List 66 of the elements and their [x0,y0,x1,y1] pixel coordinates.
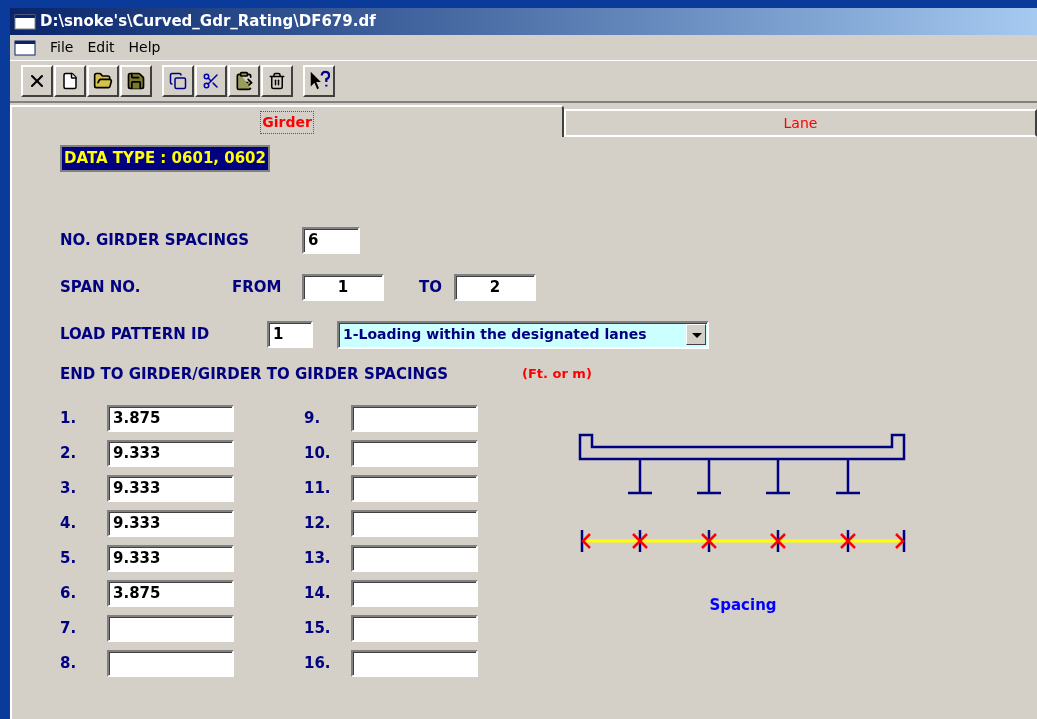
data-type-label: DATA TYPE : 0601, 0602 [60,145,270,172]
toolbar-button[interactable] [21,65,53,97]
field-label: FROM [232,276,283,298]
spacing-input[interactable] [351,440,478,467]
spacing-input[interactable]: 3.875 [107,580,234,607]
spacing-number: 16. [304,653,332,675]
toolbar-button[interactable] [162,65,194,97]
field-label: NO. GIRDER SPACINGS [60,229,251,251]
toolbar-button[interactable] [228,65,260,97]
toolbar-button[interactable] [303,65,335,97]
units-note: (Ft. or m) [522,365,592,383]
menu-item[interactable]: Help [128,37,161,58]
spacing-input[interactable] [351,510,478,537]
field-label: LOAD PATTERN ID [60,324,211,346]
input-field[interactable]: 6 [302,226,360,254]
clipboard-icon [234,71,254,91]
spacing-input[interactable] [351,405,478,432]
spacing-number: 14. [304,583,332,605]
spacing-number: 1. [60,408,78,430]
spacing-number: 2. [60,443,78,465]
menu-item[interactable]: File [50,37,74,58]
spacing-input[interactable]: 9.333 [107,440,234,467]
input-field[interactable]: 1 [302,273,384,301]
scissors-icon [202,72,220,90]
toolbar-button[interactable] [87,65,119,97]
folder-icon [93,71,113,91]
spacing-input[interactable] [351,545,478,572]
input-field[interactable]: 2 [454,273,536,301]
spacing-input[interactable] [351,580,478,607]
spacing-input[interactable]: 9.333 [107,510,234,537]
copy-icon [169,72,187,90]
field-label: TO [419,276,443,298]
pointer-question-icon [308,70,330,92]
trash-icon [268,72,286,90]
spacing-input[interactable] [351,615,478,642]
spacing-number: 13. [304,548,332,570]
spacing-input[interactable]: 9.333 [107,545,234,572]
spacing-number: 6. [60,583,78,605]
spacing-number: 7. [60,618,78,640]
spacing-number: 11. [304,478,332,500]
window-title: D:\snoke's\Curved_Gdr_Rating\DF679.df [40,11,376,33]
spacing-number: 4. [60,513,78,535]
spacing-number: 8. [60,653,78,675]
section-heading: END TO GIRDER/GIRDER TO GIRDER SPACINGS [60,363,450,385]
spacing-number: 5. [60,548,78,570]
spacing-input[interactable] [107,650,234,677]
spacing-number: 15. [304,618,332,640]
spacing-number: 3. [60,478,78,500]
spacing-input[interactable]: 9.333 [107,475,234,502]
spacing-input[interactable] [351,650,478,677]
input-field[interactable]: 1 [267,321,313,348]
diagram-caption: Spacing [709,595,777,616]
field-label: SPAN NO. [60,276,142,298]
toolbar-button[interactable] [195,65,227,97]
spacing-number: 9. [304,408,322,430]
toolbar-button[interactable] [261,65,293,97]
menu-item[interactable]: Edit [87,37,115,58]
page-icon [61,72,79,90]
spacing-input[interactable] [351,475,478,502]
load-pattern-dropdown[interactable]: 1-Loading within the designated lanes [337,320,709,349]
toolbar-button[interactable] [120,65,152,97]
spacing-number: 10. [304,443,332,465]
spacing-number: 12. [304,513,332,535]
spacing-input[interactable] [107,615,234,642]
spacing-input[interactable]: 3.875 [107,405,234,432]
toolbar-button[interactable] [54,65,86,97]
